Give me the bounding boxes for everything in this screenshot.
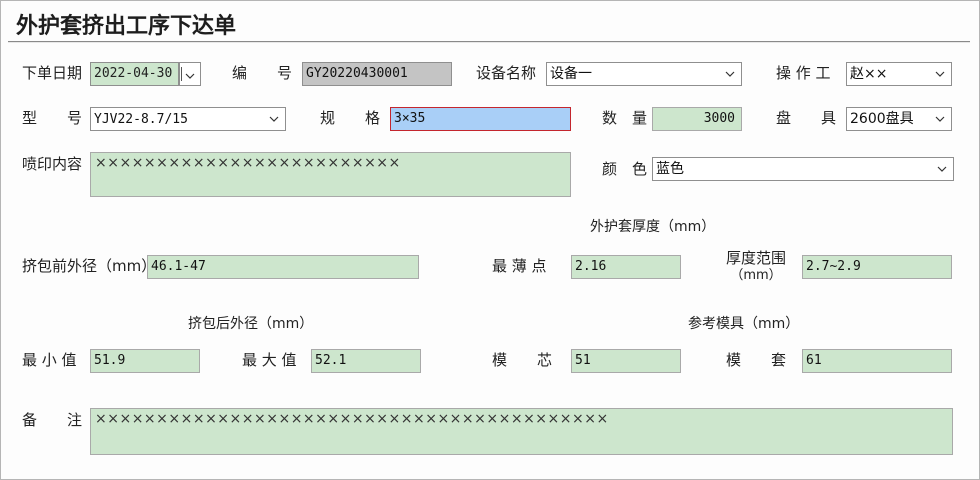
chevron-down-icon	[934, 108, 946, 130]
model-label: 型 号	[22, 109, 83, 127]
color-select[interactable]: 蓝色	[652, 157, 954, 181]
quantity-label: 数 量	[602, 109, 648, 127]
thinnest-field[interactable]: 2.16	[571, 255, 681, 279]
chevron-down-icon	[934, 63, 946, 85]
spec-field[interactable]: 3×35	[390, 107, 571, 131]
sheath-thickness-heading: 外护套厚度（mm）	[590, 219, 716, 235]
ref-mold-heading: 参考模具（mm）	[688, 316, 800, 332]
model-value: YJV22-8.7/15	[94, 112, 188, 127]
equipment-select[interactable]: 设备一	[546, 62, 742, 86]
quantity-field[interactable]: 3000	[652, 107, 742, 131]
thickness-range-field[interactable]: 2.7~2.9	[802, 255, 952, 279]
post-od-heading: 挤包后外径（mm）	[188, 316, 314, 332]
order-date-label: 下单日期	[22, 64, 83, 82]
chevron-down-icon	[724, 63, 736, 85]
thickness-range-label-line1: 厚度范围	[726, 249, 787, 267]
operator-label: 操 作 工	[776, 64, 831, 82]
number-label: 编 号	[232, 64, 293, 82]
max-od-field[interactable]: 52.1	[311, 349, 421, 373]
operator-value: 赵××	[850, 66, 888, 82]
equipment-label: 设备名称	[476, 64, 537, 82]
mold-core-label: 模 芯	[492, 351, 553, 369]
remark-field[interactable]: ××××××××××××××××××××××××××××××××××××××××…	[90, 408, 953, 455]
equipment-value: 设备一	[550, 66, 592, 82]
operator-select[interactable]: 赵××	[846, 62, 952, 86]
spec-label: 规 格	[320, 109, 381, 127]
chevron-down-icon	[185, 65, 195, 84]
color-value: 蓝色	[656, 161, 684, 177]
mold-die-label: 模 套	[726, 351, 787, 369]
chevron-down-icon	[936, 158, 948, 180]
number-field[interactable]: GY20220430001	[302, 62, 452, 86]
date-picker-button[interactable]	[179, 62, 201, 86]
pre-od-field[interactable]: 46.1-47	[147, 255, 419, 279]
model-select[interactable]: YJV22-8.7/15	[90, 107, 286, 131]
order-date-field[interactable]: 2022-04-30	[90, 62, 179, 86]
min-od-label: 最 小 值	[22, 351, 77, 369]
thinnest-label: 最 薄 点	[492, 257, 547, 275]
mold-core-field[interactable]: 51	[571, 349, 681, 373]
color-label: 颜 色	[602, 160, 648, 178]
thickness-range-label: 厚度范围 （mm）	[726, 249, 786, 285]
thickness-range-label-line2: （mm）	[730, 268, 782, 283]
form-title: 外护套挤出工序下达单	[16, 14, 237, 39]
title-divider	[8, 41, 970, 42]
max-od-label: 最 大 值	[242, 351, 297, 369]
remark-label: 备 注	[22, 411, 83, 429]
chevron-down-icon	[268, 108, 280, 130]
print-content-field[interactable]: ×××××××××××××××××××××××××	[90, 152, 571, 197]
min-od-field[interactable]: 51.9	[90, 349, 200, 373]
reel-value: 2600盘具	[850, 111, 914, 127]
reel-label: 盘 具	[776, 109, 837, 127]
print-content-label: 喷印内容	[22, 155, 83, 173]
pre-od-label: 挤包前外径（mm）	[22, 257, 157, 275]
reel-select[interactable]: 2600盘具	[846, 107, 952, 131]
mold-die-field[interactable]: 61	[802, 349, 952, 373]
